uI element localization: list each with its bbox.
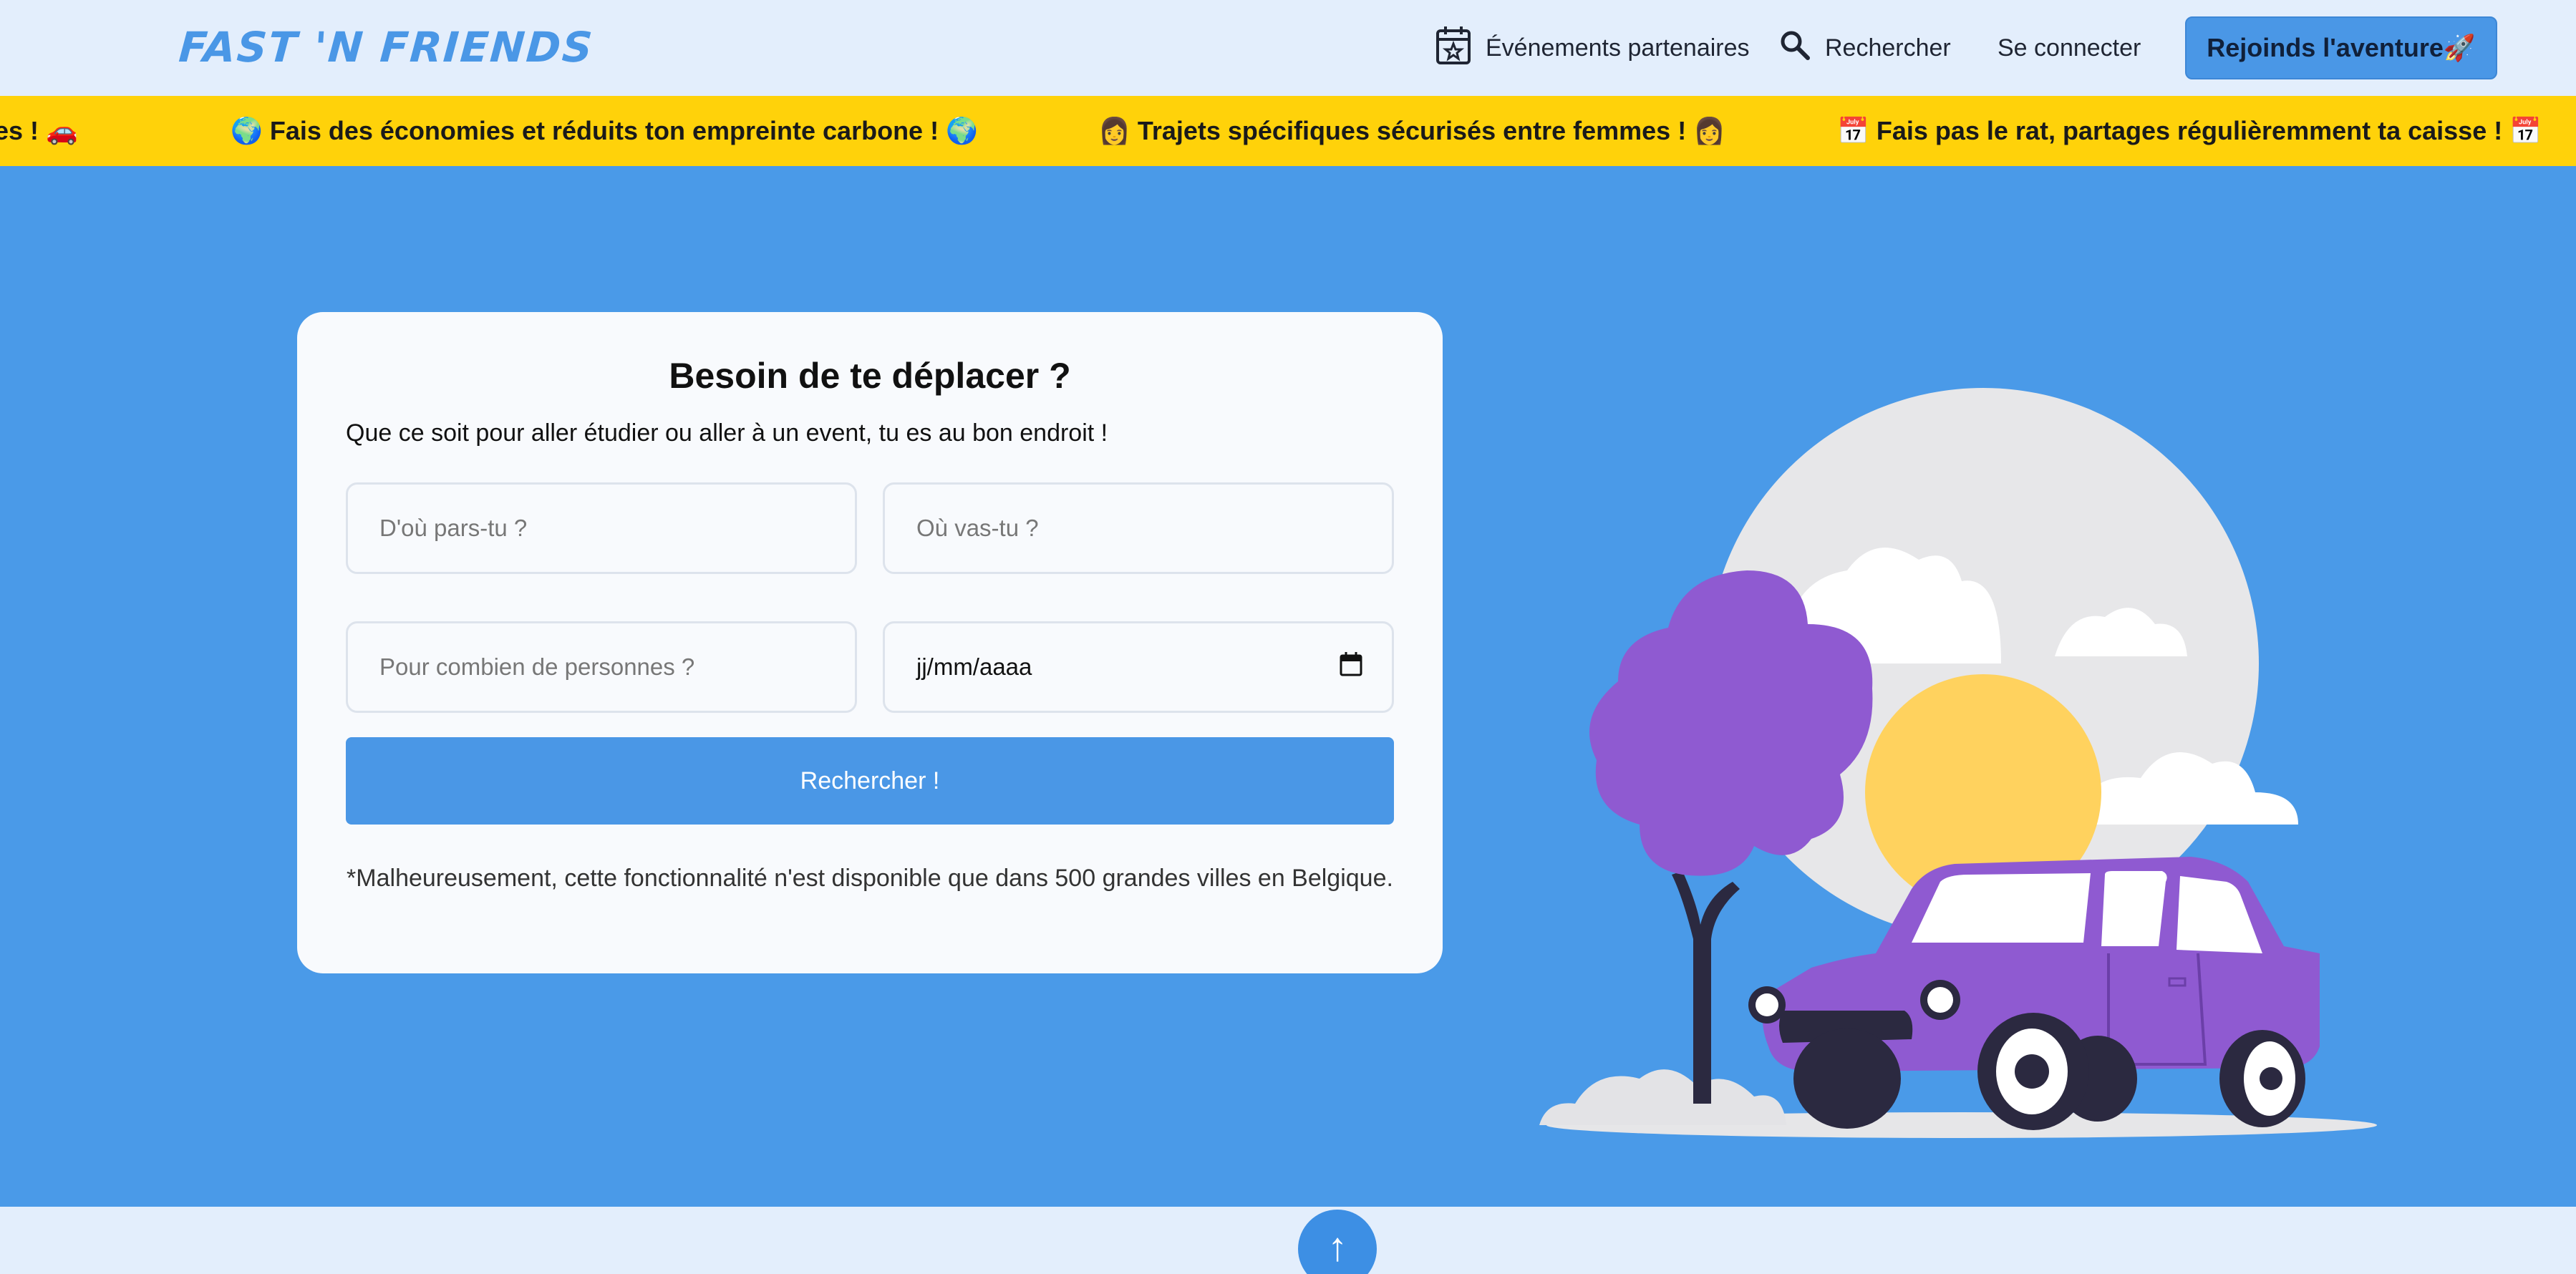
destination-input[interactable]: Où vas-tu ?	[883, 482, 1394, 574]
nav-login-link[interactable]: Se connecter	[1998, 0, 2141, 96]
nav-events-label: Événements partenaires	[1486, 34, 1750, 62]
car-illustration	[1539, 381, 2391, 1143]
passengers-input[interactable]: Pour combien de personnes ?	[346, 621, 857, 713]
nav-search-link[interactable]: Rechercher	[1779, 0, 1951, 96]
nav-search-label: Rechercher	[1825, 34, 1951, 62]
hero-section: Besoin de te déplacer ? Que ce soit pour…	[0, 166, 2576, 1207]
search-card-subtitle: Que ce soit pour aller étudier ou aller …	[346, 419, 1108, 447]
ticker-item: 📅 Fais pas le rat, partages régulièremme…	[1837, 116, 2542, 145]
site-header: FAST 'N FRIENDS Événements partenaires R…	[0, 0, 2576, 96]
destination-placeholder: Où vas-tu ?	[916, 515, 1039, 541]
nav-login-label: Se connecter	[1998, 34, 2141, 62]
search-card: Besoin de te déplacer ? Que ce soit pour…	[297, 312, 1443, 973]
footer-strip	[0, 1207, 2576, 1274]
departure-input[interactable]: D'où pars-tu ?	[346, 482, 857, 574]
ticker-item: 🌍 Fais des économies et réduits ton empr…	[231, 116, 978, 145]
logo[interactable]: FAST 'N FRIENDS	[177, 20, 596, 74]
ticker-item: 👩 Trajets spécifiques sécurisés entre fe…	[1098, 116, 1726, 145]
passengers-placeholder: Pour combien de personnes ?	[379, 653, 695, 680]
date-placeholder: jj/mm/aaaa	[916, 653, 1032, 680]
search-submit-button[interactable]: Rechercher !	[346, 737, 1394, 825]
date-input[interactable]: jj/mm/aaaa	[883, 621, 1394, 713]
ticker-item: es ! 🚗	[0, 116, 78, 145]
announcement-ticker: es ! 🚗 🌍 Fais des économies et réduits t…	[0, 96, 2576, 166]
calendar-star-icon	[1435, 25, 1486, 72]
calendar-icon[interactable]	[1339, 651, 1363, 683]
departure-placeholder: D'où pars-tu ?	[379, 515, 528, 541]
search-icon	[1779, 29, 1825, 67]
join-adventure-button[interactable]: Rejoinds l'aventure🚀	[2185, 16, 2497, 79]
nav-events-link[interactable]: Événements partenaires	[1435, 0, 1750, 96]
search-card-title: Besoin de te déplacer ?	[669, 356, 1071, 396]
availability-disclaimer: *Malheureusement, cette fonctionnalité n…	[347, 865, 1393, 892]
